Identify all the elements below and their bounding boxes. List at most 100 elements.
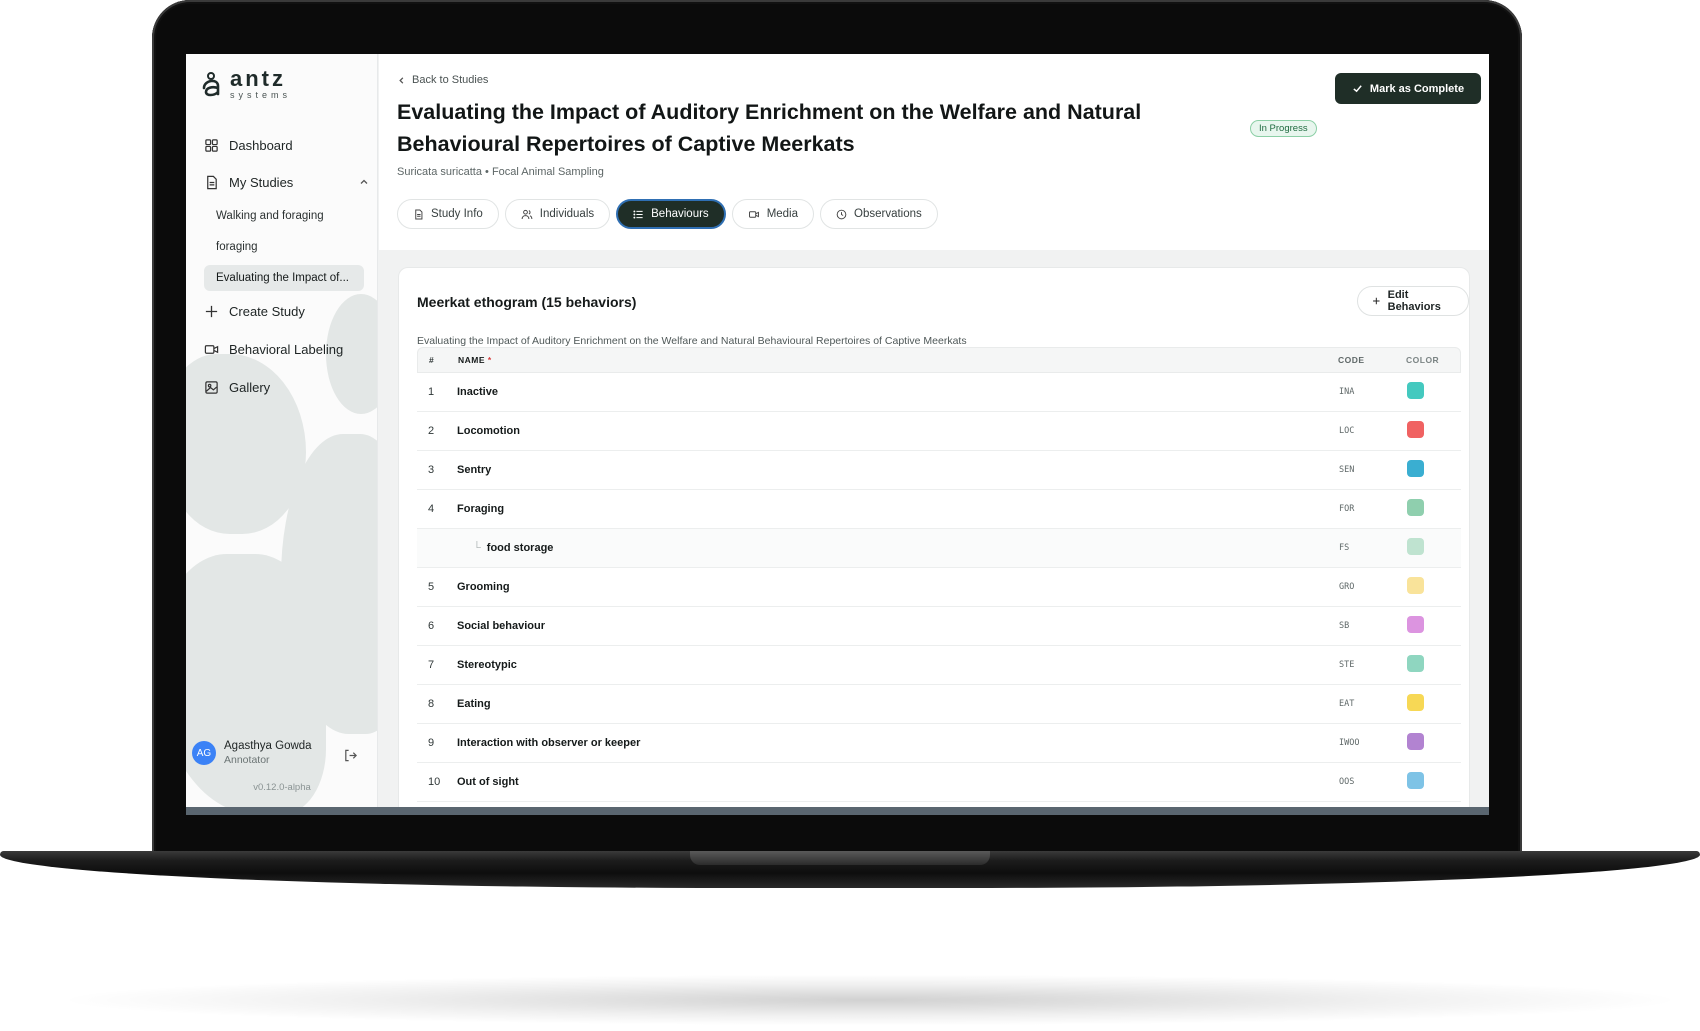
behavior-name-text: Locomotion (457, 425, 520, 437)
list-icon (633, 209, 643, 219)
behavior-name-text: Eating (457, 698, 491, 710)
behavior-name: Inactive (457, 386, 1339, 398)
tab-behaviours[interactable]: Behaviours (616, 199, 726, 229)
behavior-name: Eating (457, 698, 1339, 710)
antz-logo[interactable]: antz systems (200, 68, 291, 100)
color-swatch[interactable] (1407, 421, 1424, 438)
sidebar-item-my-studies[interactable]: My Studies (204, 169, 374, 195)
sidebar-item-behavioral-labeling[interactable]: Behavioral Labeling (204, 336, 343, 362)
decor-blob (186, 554, 326, 807)
tab-media[interactable]: Media (731, 199, 815, 229)
mark-complete-button[interactable]: Mark as Complete (1335, 73, 1481, 104)
table-row[interactable]: 8 Eating EAT (417, 685, 1461, 724)
laptop-hinge-notch (690, 851, 990, 865)
row-number: 4 (428, 503, 435, 515)
study-link-current[interactable]: Evaluating the Impact of... (204, 265, 364, 291)
behavior-code: GRO (1339, 582, 1355, 592)
table-row[interactable]: 7 Stereotypic STE (417, 646, 1461, 685)
table-row[interactable]: 10 Out of sight OOS (417, 763, 1461, 802)
behavior-name: Grooming (457, 581, 1339, 593)
tab-individuals[interactable]: Individuals (504, 199, 611, 229)
row-number: 7 (428, 659, 435, 671)
behavior-color-cell (1401, 655, 1461, 675)
ethogram-description: Evaluating the Impact of Auditory Enrich… (417, 335, 967, 347)
color-swatch[interactable] (1407, 772, 1424, 789)
mark-complete-label: Mark as Complete (1369, 82, 1465, 95)
color-swatch[interactable] (1407, 460, 1424, 477)
behavior-color-cell (1401, 499, 1461, 519)
behavior-color-cell (1401, 733, 1461, 753)
back-label: Back to Studies (412, 74, 489, 86)
sidebar-item-dashboard[interactable]: Dashboard (204, 132, 293, 158)
color-swatch[interactable] (1407, 694, 1424, 711)
check-icon (1353, 85, 1362, 93)
color-swatch[interactable] (1407, 538, 1424, 555)
tab-study-info[interactable]: Study Info (397, 199, 499, 229)
color-swatch[interactable] (1407, 655, 1424, 672)
row-number: 9 (428, 737, 435, 749)
behavior-name: └ food storage (457, 542, 1339, 554)
color-swatch[interactable] (1407, 616, 1424, 633)
chevron-left-icon (399, 76, 404, 84)
behavior-code: STE (1339, 660, 1355, 670)
behavior-code: LOC (1339, 426, 1355, 436)
row-number: 10 (428, 776, 441, 788)
table-row[interactable]: 2 Locomotion LOC (417, 412, 1461, 451)
back-to-studies-link[interactable]: Back to Studies (397, 74, 488, 86)
study-header: Back to Studies Evaluating the Impact of… (379, 54, 1489, 250)
logout-icon[interactable] (343, 748, 358, 763)
color-swatch[interactable] (1407, 733, 1424, 750)
study-link-walking[interactable]: Walking and foraging (204, 203, 364, 229)
behavior-name: Out of sight (457, 776, 1339, 788)
color-swatch[interactable] (1407, 499, 1424, 516)
table-row[interactable]: 5 Grooming GRO (417, 568, 1461, 607)
table-row[interactable]: 4 Foraging FOR (417, 490, 1461, 529)
row-number: 2 (428, 425, 435, 437)
behavior-code: SB (1339, 621, 1350, 631)
row-number: 1 (428, 386, 435, 398)
user-profile[interactable]: AG Agasthya Gowda Annotator (192, 740, 312, 766)
table-row[interactable]: 1 Inactive INA (417, 373, 1461, 412)
behavior-color-cell (1401, 694, 1461, 714)
behavior-color-cell (1401, 538, 1461, 558)
sidebar: antz systems Dashboard My Studies Walkin… (186, 54, 378, 807)
behavior-color-cell (1401, 421, 1461, 441)
behavior-code: FOR (1339, 504, 1355, 514)
color-swatch[interactable] (1407, 382, 1424, 399)
chevron-up-icon[interactable] (359, 177, 369, 187)
tab-label: Individuals (539, 208, 595, 220)
table-row-sub-behavior[interactable]: └ food storage FS (417, 529, 1461, 568)
plus-icon (205, 305, 218, 317)
table-row[interactable]: 3 Sentry SEN (417, 451, 1461, 490)
behavior-code: INA (1339, 387, 1355, 397)
screen-bottom-bar (186, 807, 1489, 815)
sidebar-item-gallery[interactable]: Gallery (204, 374, 270, 400)
table-header: # NAME * CODE COLOR (417, 347, 1461, 373)
tab-observations[interactable]: Observations (820, 199, 938, 229)
logo-mark-icon (202, 72, 220, 97)
row-number: 3 (428, 464, 435, 476)
plus-icon (1373, 297, 1380, 305)
edit-behaviors-label: Edit Behaviors (1387, 289, 1441, 313)
behavior-name-text: Out of sight (457, 776, 519, 788)
edit-behaviors-button[interactable]: Edit Behaviors (1357, 286, 1469, 316)
behavior-name-text: Interaction with observer or keeper (457, 737, 641, 749)
behavior-code: EAT (1339, 699, 1355, 709)
user-name: Agasthya Gowda (224, 740, 312, 752)
device-shadow (70, 975, 1670, 1025)
study-link-foraging[interactable]: foraging (204, 234, 364, 260)
table-row[interactable]: 9 Interaction with observer or keeper IWOO (417, 724, 1461, 763)
sidebar-item-create-study[interactable]: Create Study (204, 298, 305, 324)
table-row[interactable]: 6 Social behaviour SB (417, 607, 1461, 646)
column-header-name-label: NAME (458, 355, 486, 365)
sidebar-item-label: Gallery (229, 379, 271, 395)
user-role: Annotator (224, 754, 270, 766)
document-icon (207, 175, 217, 189)
study-subtitle: Suricata suricatta • Focal Animal Sampli… (397, 166, 604, 178)
table-body: 1 Inactive INA 2 Locomotion LOC 3 Sentry SEN 4 For… (417, 373, 1461, 802)
behavior-name: Locomotion (457, 425, 1339, 437)
color-swatch[interactable] (1407, 577, 1424, 594)
behavior-name-text: Grooming (457, 581, 510, 593)
tab-label: Observations (854, 208, 922, 220)
ethogram-card: Meerkat ethogram (15 behaviors) Edit Beh… (398, 267, 1470, 815)
